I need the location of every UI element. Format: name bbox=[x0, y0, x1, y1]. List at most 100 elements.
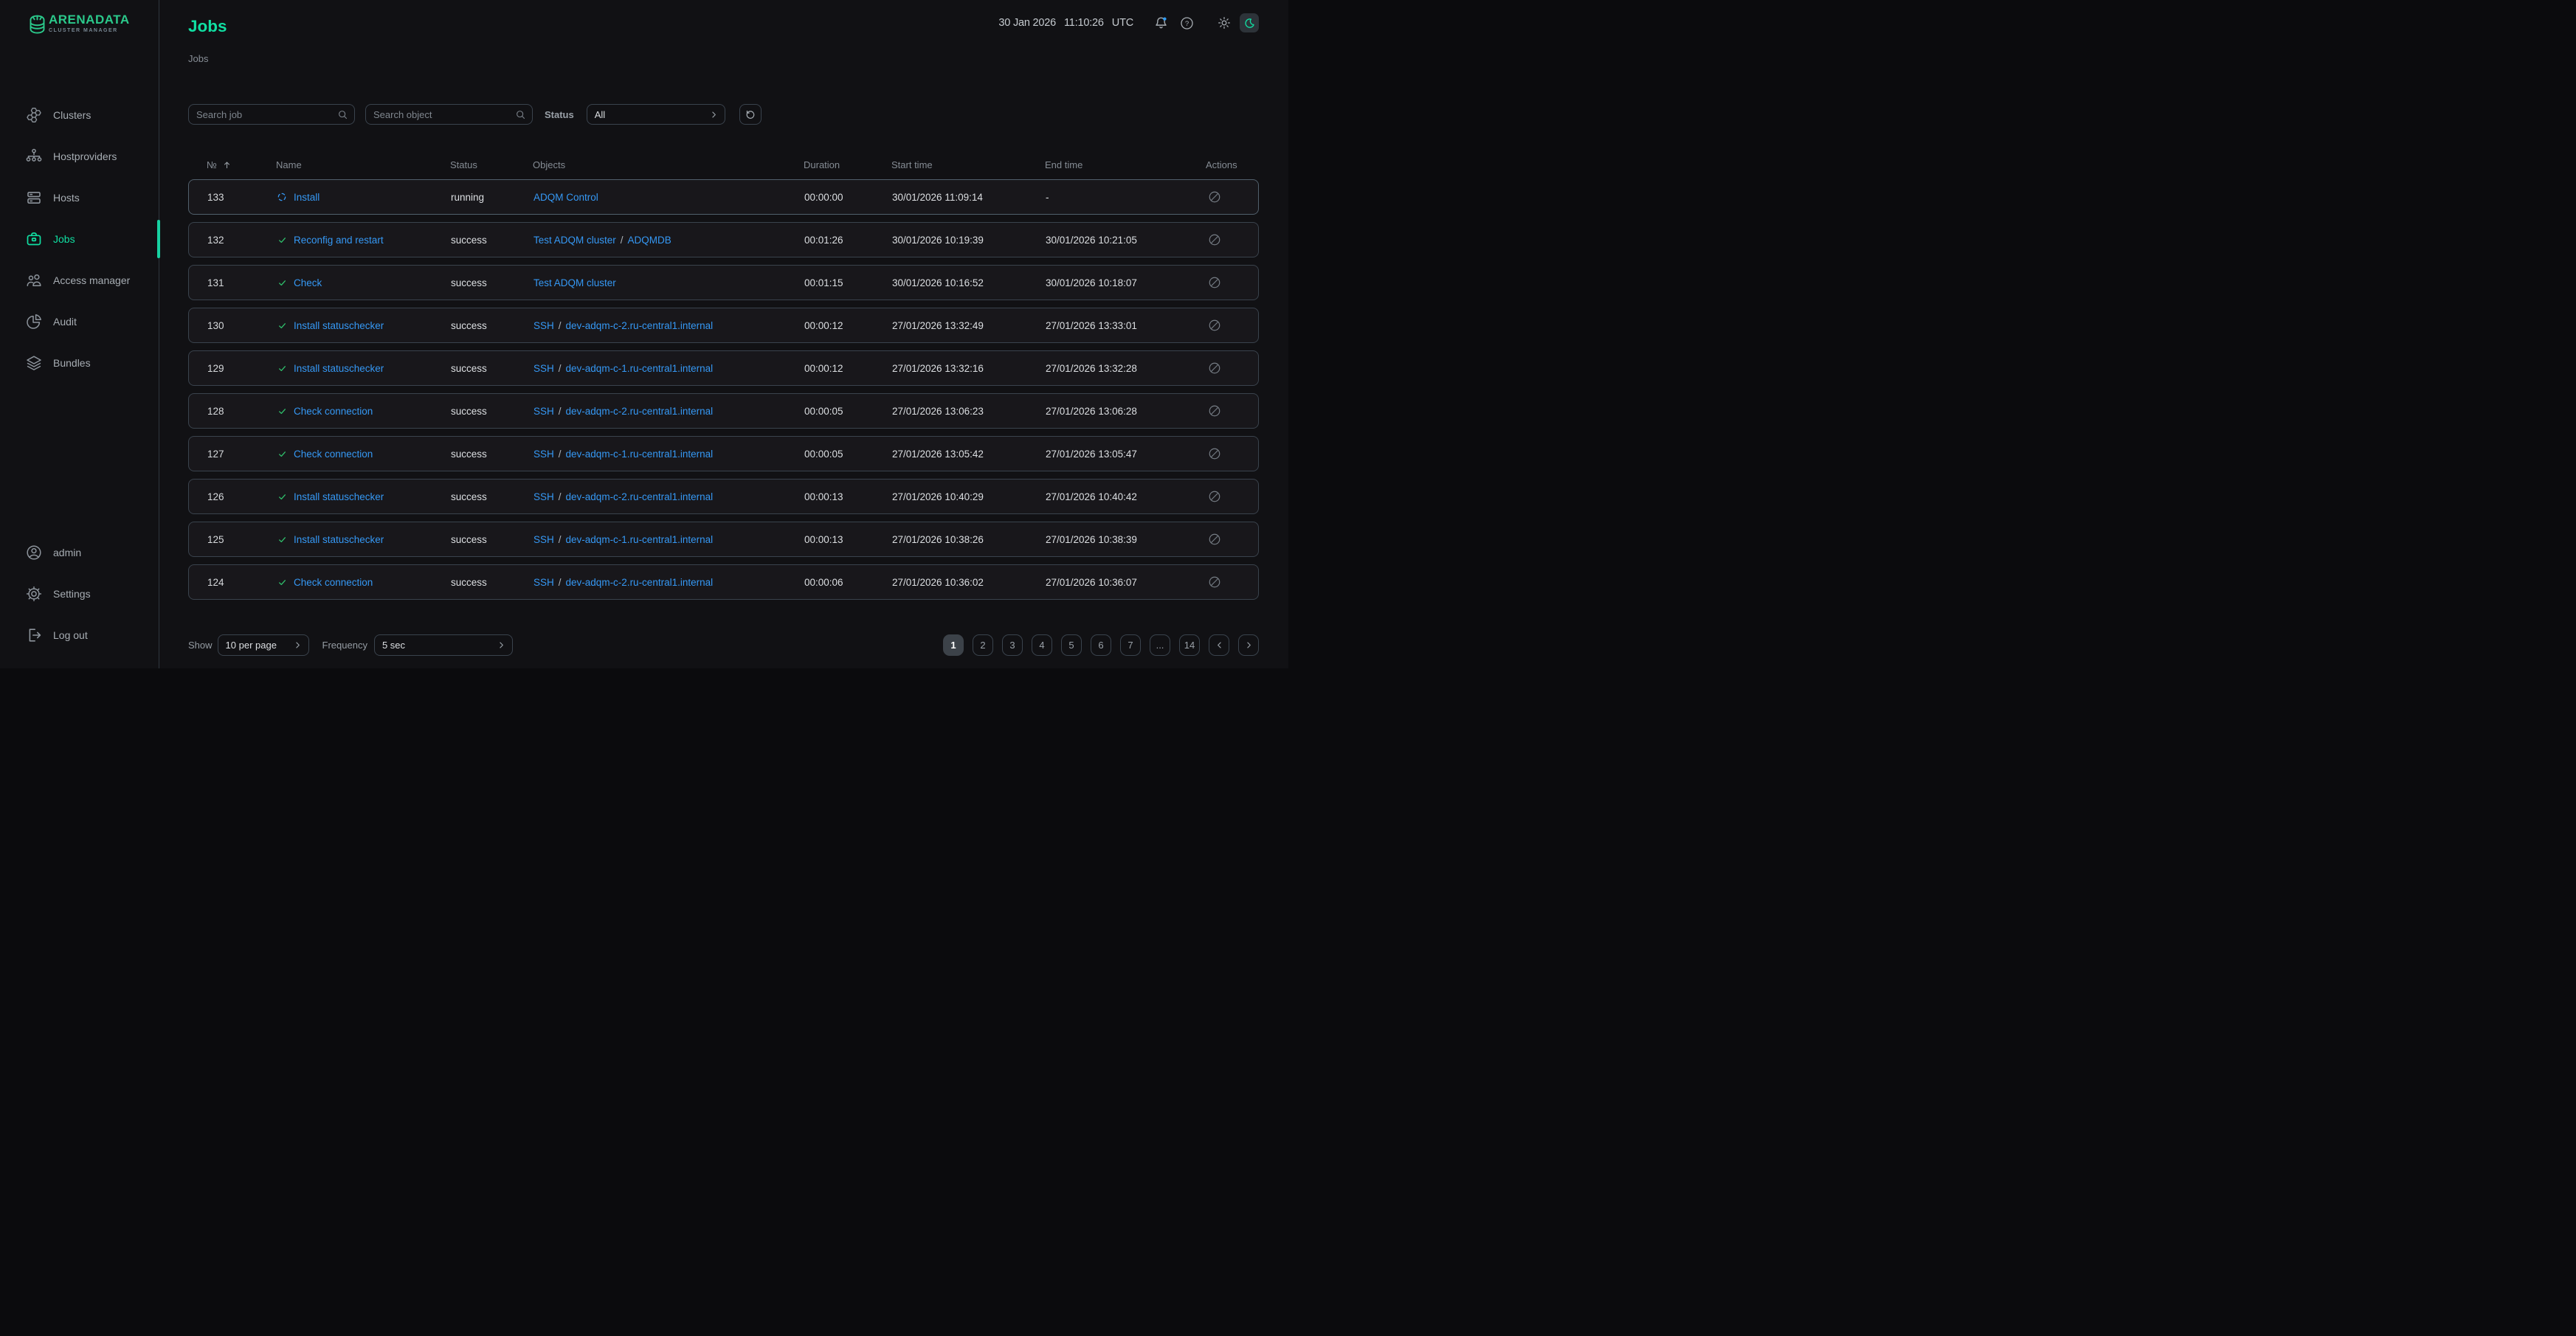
sidebar-item-admin[interactable]: admin bbox=[0, 538, 159, 567]
search-job-box bbox=[188, 104, 355, 125]
job-name-cell: Install bbox=[277, 192, 451, 203]
job-name-link[interactable]: Install statuschecker bbox=[294, 491, 384, 502]
page-button-14[interactable]: 14 bbox=[1179, 634, 1200, 656]
object-link[interactable]: ADQM Control bbox=[533, 192, 598, 203]
sidebar-item-hostproviders[interactable]: Hostproviders bbox=[0, 142, 159, 171]
access-manager-icon bbox=[25, 271, 43, 289]
breadcrumb: Jobs bbox=[188, 53, 208, 64]
sidebar-item-clusters[interactable]: Clusters bbox=[0, 100, 159, 130]
brand-name: ARENADATA bbox=[49, 12, 130, 28]
jobs-icon bbox=[25, 230, 43, 248]
job-name-cell: Reconfig and restart bbox=[277, 235, 451, 246]
table-row: 129 Install statuschecker success SSH/de… bbox=[188, 350, 1259, 386]
no-actions-icon[interactable] bbox=[1207, 318, 1222, 333]
object-link[interactable]: dev-adqm-c-1.ru-central1.internal bbox=[566, 363, 714, 374]
job-name-link[interactable]: Check connection bbox=[294, 449, 373, 460]
object-link[interactable]: SSH bbox=[533, 449, 554, 460]
job-name-link[interactable]: Reconfig and restart bbox=[294, 235, 384, 246]
sidebar-item-jobs[interactable]: Jobs bbox=[0, 224, 159, 254]
sidebar-item-audit[interactable]: Audit bbox=[0, 307, 159, 336]
job-name-cell: Install statuschecker bbox=[277, 363, 451, 374]
job-end-time: 27/01/2026 13:33:01 bbox=[1046, 320, 1206, 331]
table-footer: Show 10 per page Frequency 5 sec bbox=[188, 634, 513, 656]
object-link[interactable]: ADQMDB bbox=[628, 235, 671, 246]
bundles-icon bbox=[25, 354, 43, 372]
no-actions-icon[interactable] bbox=[1207, 190, 1222, 204]
no-actions-icon[interactable] bbox=[1207, 532, 1222, 547]
job-duration: 00:01:15 bbox=[804, 277, 892, 288]
table-row: 124 Check connection success SSH/dev-adq… bbox=[188, 564, 1259, 600]
prev-page-button[interactable] bbox=[1209, 634, 1229, 656]
page-button-7[interactable]: 7 bbox=[1120, 634, 1141, 656]
no-actions-icon[interactable] bbox=[1207, 275, 1222, 290]
user-icon bbox=[25, 544, 43, 561]
object-link[interactable]: Test ADQM cluster bbox=[533, 235, 616, 246]
no-actions-icon[interactable] bbox=[1207, 232, 1222, 247]
main-content: Jobs Jobs Status All bbox=[188, 0, 1259, 668]
job-name-link[interactable]: Check connection bbox=[294, 577, 373, 588]
job-name-link[interactable]: Install statuschecker bbox=[294, 320, 384, 331]
page-button-3[interactable]: 3 bbox=[1002, 634, 1023, 656]
object-link[interactable]: SSH bbox=[533, 406, 554, 417]
sidebar-item-log-out[interactable]: Log out bbox=[0, 620, 159, 650]
object-link[interactable]: Test ADQM cluster bbox=[533, 277, 616, 288]
object-link[interactable]: SSH bbox=[533, 577, 554, 588]
job-objects: Test ADQM cluster bbox=[533, 277, 804, 288]
no-actions-icon[interactable] bbox=[1207, 489, 1222, 504]
no-actions-icon[interactable] bbox=[1207, 404, 1222, 418]
object-link[interactable]: dev-adqm-c-2.ru-central1.internal bbox=[566, 491, 714, 502]
success-check-icon bbox=[277, 363, 287, 373]
next-page-button[interactable] bbox=[1238, 634, 1259, 656]
no-actions-icon[interactable] bbox=[1207, 575, 1222, 589]
page-button-2[interactable]: 2 bbox=[973, 634, 993, 656]
object-link[interactable]: SSH bbox=[533, 363, 554, 374]
page-ellipsis-button[interactable]: ... bbox=[1150, 634, 1170, 656]
page-button-5[interactable]: 5 bbox=[1061, 634, 1082, 656]
job-end-time: - bbox=[1046, 192, 1206, 203]
search-job-input[interactable] bbox=[189, 109, 354, 120]
page-button-1[interactable]: 1 bbox=[943, 634, 964, 656]
object-link[interactable]: SSH bbox=[533, 534, 554, 545]
status-filter-select[interactable]: All bbox=[587, 104, 725, 125]
search-icon bbox=[515, 109, 526, 120]
sidebar-item-access-manager[interactable]: Access manager bbox=[0, 266, 159, 295]
search-object-box bbox=[365, 104, 533, 125]
refresh-button[interactable] bbox=[739, 104, 762, 125]
job-name-link[interactable]: Check bbox=[294, 277, 322, 288]
object-link[interactable]: dev-adqm-c-2.ru-central1.internal bbox=[566, 577, 714, 588]
sidebar-item-bundles[interactable]: Bundles bbox=[0, 348, 159, 378]
object-link[interactable]: SSH bbox=[533, 320, 554, 331]
object-link[interactable]: dev-adqm-c-1.ru-central1.internal bbox=[566, 534, 714, 545]
object-separator: / bbox=[559, 534, 562, 545]
sidebar-item-label: Hostproviders bbox=[53, 150, 117, 162]
success-check-icon bbox=[277, 577, 287, 587]
object-link[interactable]: dev-adqm-c-2.ru-central1.internal bbox=[566, 320, 714, 331]
sidebar-item-label: Settings bbox=[53, 588, 91, 600]
object-link[interactable]: SSH bbox=[533, 491, 554, 502]
sidebar-item-hosts[interactable]: Hosts bbox=[0, 183, 159, 212]
filters-bar: Status All bbox=[188, 104, 762, 125]
brand-logo: ARENADATA CLUSTER MANAGER bbox=[27, 12, 130, 35]
object-link[interactable]: dev-adqm-c-2.ru-central1.internal bbox=[566, 406, 714, 417]
job-name-link[interactable]: Install statuschecker bbox=[294, 363, 384, 374]
job-name-link[interactable]: Install statuschecker bbox=[294, 534, 384, 545]
page-button-4[interactable]: 4 bbox=[1032, 634, 1052, 656]
sidebar-item-label: Access manager bbox=[53, 274, 130, 286]
table-row: 132 Reconfig and restart success Test AD… bbox=[188, 222, 1259, 257]
sort-ascending-icon[interactable] bbox=[222, 160, 232, 170]
brand-subtitle: CLUSTER MANAGER bbox=[49, 28, 130, 33]
job-start-time: 27/01/2026 10:40:29 bbox=[892, 491, 1046, 502]
job-actions-cell bbox=[1206, 489, 1258, 504]
no-actions-icon[interactable] bbox=[1207, 361, 1222, 375]
sidebar-item-settings[interactable]: Settings bbox=[0, 579, 159, 609]
no-actions-icon[interactable] bbox=[1207, 446, 1222, 461]
page-button-6[interactable]: 6 bbox=[1091, 634, 1111, 656]
job-name-link[interactable]: Check connection bbox=[294, 406, 373, 417]
frequency-select[interactable]: 5 sec bbox=[374, 634, 513, 656]
object-link[interactable]: dev-adqm-c-1.ru-central1.internal bbox=[566, 449, 714, 460]
job-name-link[interactable]: Install bbox=[294, 192, 320, 203]
success-check-icon bbox=[277, 534, 287, 544]
page-size-select[interactable]: 10 per page bbox=[218, 634, 309, 656]
search-object-input[interactable] bbox=[366, 109, 532, 120]
clusters-icon bbox=[25, 106, 43, 124]
